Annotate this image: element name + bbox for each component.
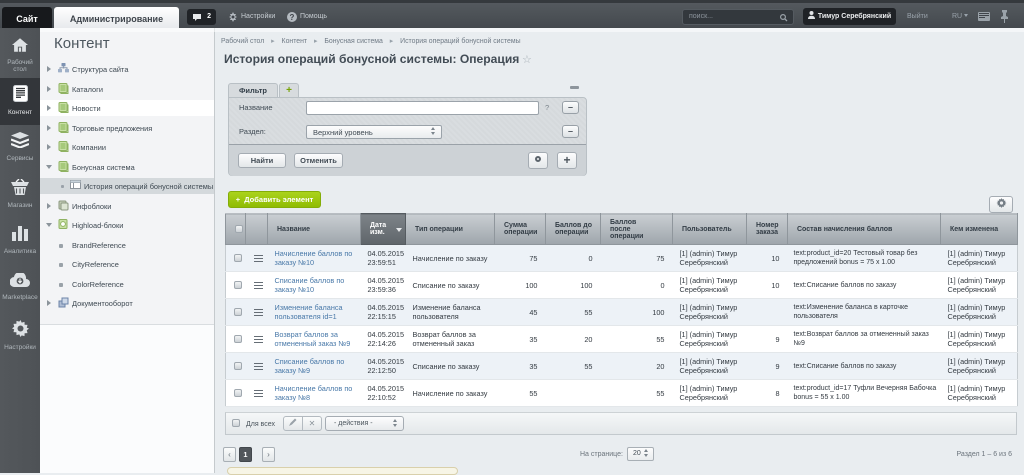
svg-text:?: ? — [290, 13, 295, 22]
